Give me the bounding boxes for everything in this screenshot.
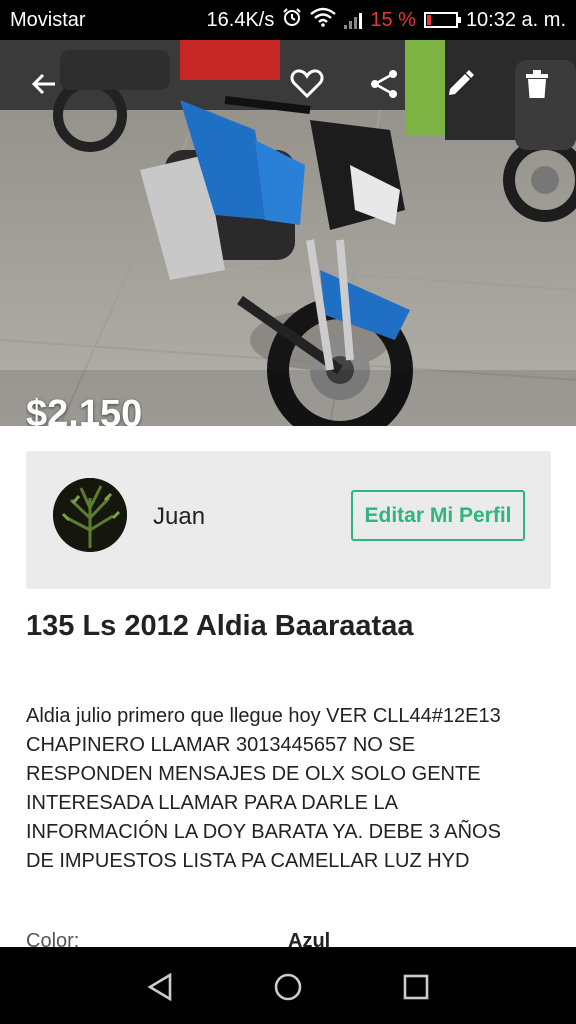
trash-icon[interactable]	[515, 62, 559, 106]
edit-profile-button[interactable]: Editar Mi Perfil	[351, 490, 525, 541]
heart-icon[interactable]	[285, 62, 329, 106]
listing-title: 135 Ls 2012 Aldia Baaraataa	[26, 610, 414, 642]
battery-percent: 15 %	[370, 8, 416, 31]
description-line: RESPONDEN MENSAJES DE OLX SOLO GENTE	[26, 763, 481, 785]
detail-value: Azul	[288, 930, 331, 948]
recents-square-icon[interactable]	[394, 965, 438, 1009]
seller-name: Juan	[153, 503, 206, 530]
net-speed: 16.4K/s	[206, 8, 275, 31]
wifi-icon	[310, 7, 337, 33]
edit-pencil-icon[interactable]	[438, 62, 482, 106]
status-right: 16.4K/s 15 % 10:32 a. m.	[207, 7, 566, 33]
battery-level-fill	[426, 15, 431, 25]
description-line: CHAPINERO LLAMAR 3013445657 NO SE	[26, 734, 416, 756]
battery-icon	[423, 12, 461, 28]
share-icon[interactable]	[362, 62, 406, 106]
back-arrow-icon[interactable]	[22, 62, 66, 106]
detail-row-color: Color: Azul	[26, 930, 556, 948]
description-line: INTERESADA LLAMAR PARA DARLE LA	[26, 792, 398, 814]
clock: 10:32 a. m.	[465, 8, 566, 31]
home-circle-icon[interactable]	[266, 965, 310, 1009]
listing-description: Aldia julio primero que llegue hoy VER C…	[26, 702, 556, 876]
system-nav-bar	[0, 947, 576, 1024]
description-line: Aldia julio primero que llegue hoy VER C…	[26, 705, 501, 727]
screen: Movistar 16.4K/s 15 % 10:32 a. m. $2.150…	[0, 0, 576, 1024]
seller-card: Juan Editar Mi Perfil	[26, 451, 551, 589]
carrier-name: Movistar	[10, 8, 86, 31]
signal-icon	[344, 11, 363, 29]
description-line: DE IMPUESTOS LISTA PA CAMELLAR LUZ HYD	[26, 850, 470, 872]
description-line: INFORMACIÓN LA DOY BARATA YA. DEBE 3 AÑO…	[26, 821, 501, 843]
back-triangle-icon[interactable]	[139, 965, 183, 1009]
listing-price: $2.150	[26, 393, 143, 426]
avatar[interactable]	[53, 478, 127, 552]
photo-toolbar	[0, 40, 576, 128]
status-bar: Movistar 16.4K/s 15 % 10:32 a. m.	[0, 0, 576, 40]
alarm-icon	[282, 7, 302, 33]
detail-label: Color:	[26, 930, 80, 948]
